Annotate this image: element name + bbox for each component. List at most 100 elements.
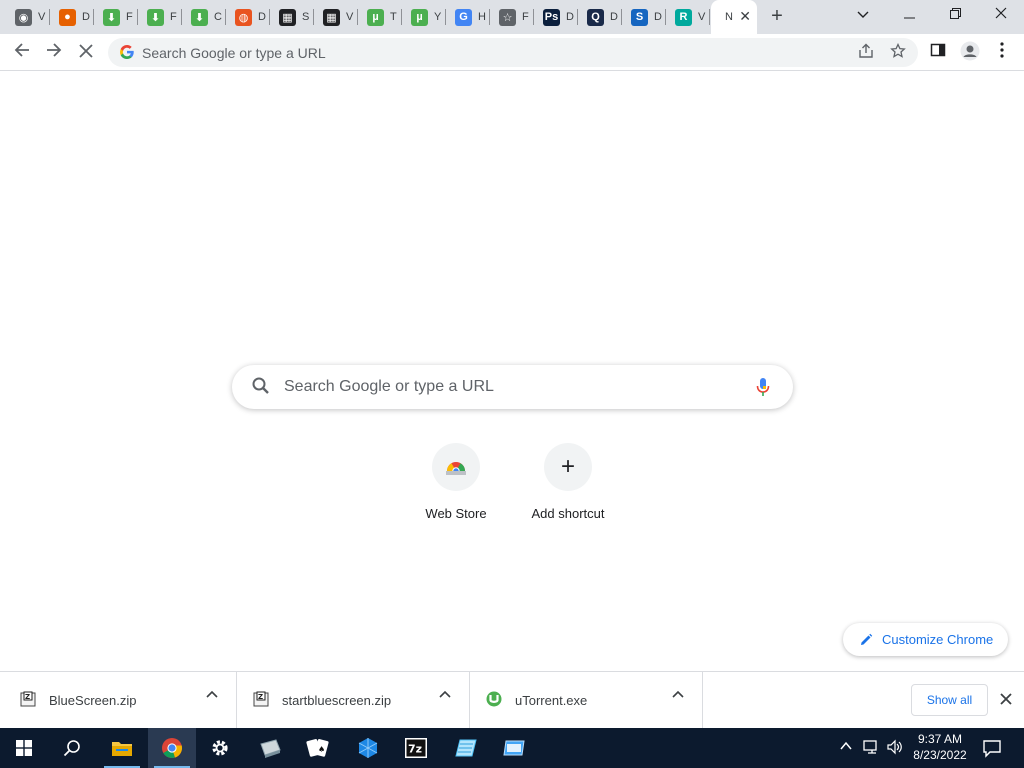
browser-toolbar: Search Google or type a URL [0,34,1024,71]
minimize-button[interactable] [897,4,921,26]
tab[interactable]: ⬇ F [94,4,138,30]
tab-title: V [698,11,706,23]
download-filename: BlueScreen.zip [49,693,137,708]
tab[interactable]: ● D [50,4,94,30]
blue-app-icon [358,738,378,758]
tab-title: D [258,11,266,23]
taskbar-app-window[interactable] [490,728,538,768]
search-icon [252,377,269,394]
side-panel-icon[interactable] [926,41,950,63]
taskbar-search-button[interactable] [48,728,96,768]
tab-title: D [654,11,662,23]
tab[interactable]: ◉ V [6,4,50,30]
taskbar-solitaire[interactable]: ♠ [294,728,342,768]
gear-icon [212,740,228,756]
taskbar-file-explorer[interactable] [98,728,146,768]
download-filename: startbluescreen.zip [282,693,392,708]
tab[interactable]: ⬇ F [138,4,182,30]
omnibox[interactable]: Search Google or type a URL [108,38,918,67]
tab-title: T [390,11,397,23]
download-item[interactable]: uTorrent.exe [470,672,703,728]
tab-title: Y [434,11,442,23]
ntp-search-box[interactable]: Search Google or type a URL [232,365,793,409]
tab-title: V [346,11,354,23]
tab-title: D [566,11,574,23]
cards-icon: ♠ [306,739,329,757]
omnibox-input[interactable]: Search Google or type a URL [142,45,326,61]
tab[interactable]: µY [402,4,446,30]
tab[interactable]: QD [578,4,622,30]
forward-button[interactable] [42,41,66,63]
chrome-icon [162,738,183,758]
system-clock[interactable]: 9:37 AM 8/23/2022 [900,731,980,763]
chevron-up-icon[interactable] [206,690,218,698]
zip-file-icon: Z [20,691,36,707]
start-button[interactable] [0,728,48,768]
taskbar-7zip[interactable]: 7z [392,728,440,768]
taskbar-app-notepad[interactable] [442,728,490,768]
download-arrow-icon: ⬇ [191,8,208,26]
ntp-search-placeholder: Search Google or type a URL [284,378,494,395]
shortcut-label: Web Store [425,506,487,521]
tab-strip: ◉ V ● D ⬇ F ⬇ F ⬇ C ◍ D ▦ S ▦ Vµ Tµ Y G H ☆ F Ps D Q D S D R V N ✕ + [0,0,1024,34]
download-arrow-icon: ⬇ [147,8,164,26]
ps-icon: Ps [543,8,560,26]
download-arrow-icon: ⬇ [103,8,120,26]
taskbar-chrome[interactable] [148,728,196,768]
customize-chrome-button[interactable]: Customize Chrome [843,623,1008,656]
download-item[interactable]: Z BlueScreen.zip [0,672,237,728]
notification-icon[interactable] [980,736,1004,760]
close-shelf-icon[interactable] [996,688,1016,710]
chevron-up-tray-icon[interactable] [840,741,852,751]
tab-title: D [82,11,90,23]
utorrent-icon [486,691,502,707]
profile-avatar-icon[interactable] [958,41,982,63]
window-close-button[interactable] [989,4,1013,26]
scanner-icon [260,739,281,758]
tab[interactable]: GH [446,4,490,30]
show-all-downloads-button[interactable]: Show all [911,684,988,716]
restore-button[interactable] [943,4,967,26]
bookmark-star-icon[interactable] [888,42,908,64]
shortcut-add[interactable]: + Add shortcut [512,443,624,533]
network-icon[interactable] [862,739,880,755]
tab-title: F [522,11,529,23]
svg-text:7z: 7z [408,743,422,756]
download-item[interactable]: Z startbluescreen.zip [237,672,470,728]
shortcut-label: Add shortcut [531,506,605,521]
taskbar-app-blue[interactable] [344,728,392,768]
tab[interactable]: µT [358,4,402,30]
tab[interactable]: ▦ S [270,4,314,30]
download-shelf: Z BlueScreen.zip Z startbluescreen.zip u… [0,671,1024,728]
share-icon[interactable] [856,43,876,64]
close-tab-icon[interactable]: ✕ [739,9,751,23]
tab[interactable]: ◍ D [226,4,270,30]
tab-title: H [478,11,486,23]
tab-search-chevron-icon[interactable] [851,4,875,26]
q-icon: Q [587,8,604,26]
chevron-up-icon[interactable] [439,690,451,698]
tab[interactable]: Ps D [534,4,578,30]
taskbar-settings[interactable] [196,728,244,768]
notebook-icon [455,739,477,757]
microphone-icon[interactable] [756,377,770,397]
tab[interactable]: RV [666,4,710,30]
grid-logo-icon: ▦ [323,8,340,26]
svg-text:Z: Z [25,693,30,701]
new-tab-button[interactable]: + [766,6,788,28]
active-tab[interactable]: N ✕ [711,0,757,34]
tab[interactable]: ⬇ C [182,4,226,30]
tab[interactable]: ☆ F [490,4,534,30]
shortcut-web-store[interactable]: Web Store [400,443,512,533]
chevron-up-icon[interactable] [672,690,684,698]
tab[interactable]: SD [622,4,666,30]
firefox-icon: ● [59,8,76,26]
back-button[interactable] [10,41,34,63]
menu-kebab-icon[interactable] [990,41,1014,63]
stop-loading-button[interactable] [74,41,98,63]
clock-date: 8/23/2022 [913,748,967,762]
tab[interactable]: ▦ V [314,4,358,30]
taskbar-app-scanner[interactable] [246,728,294,768]
tab-title: F [170,11,177,23]
s-logo-icon: S [631,8,648,26]
